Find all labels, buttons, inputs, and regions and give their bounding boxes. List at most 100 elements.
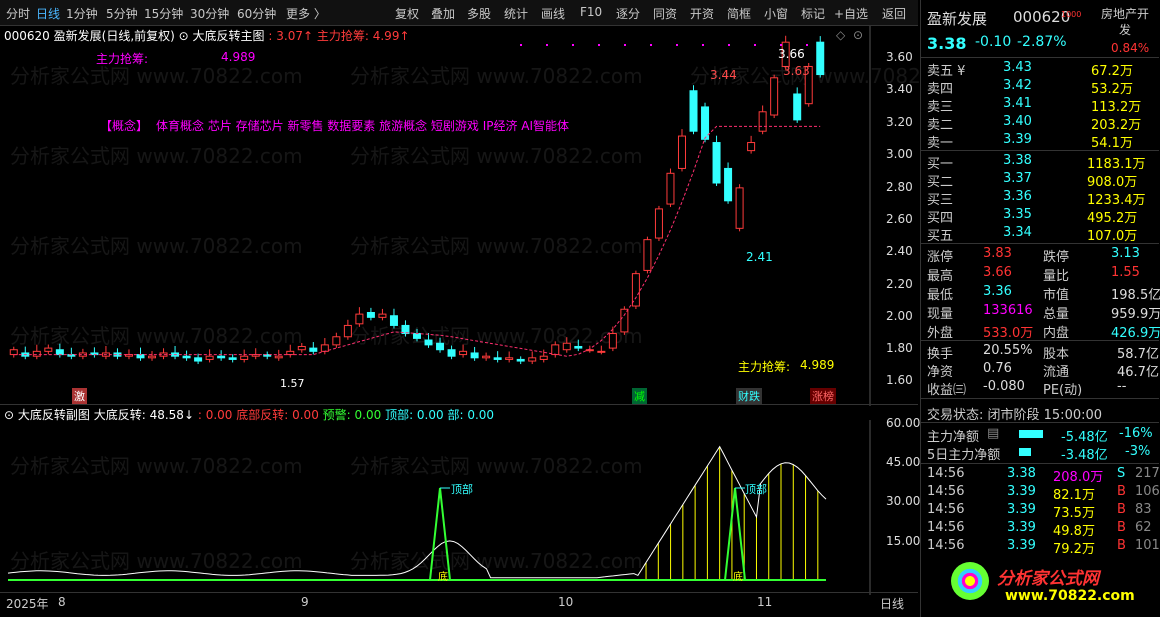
pink-dot (546, 44, 548, 46)
ask-level-label: 卖五 ¥ (927, 64, 966, 79)
ask-volume: 113.2万 (1091, 100, 1142, 115)
tick-count: 101 (1135, 538, 1160, 553)
stat2-value: -- (1117, 379, 1127, 394)
toolbar-btn-kaizi[interactable]: 开资 (690, 5, 714, 22)
rp-row: 净资 0.76 流通 46.7亿 (921, 361, 1159, 380)
sub-tick: 15.00 (886, 534, 921, 548)
toolbar-btn-biaoji[interactable]: 标记 (801, 5, 825, 22)
bid-volume: 908.0万 (1087, 175, 1138, 190)
candle (366, 311, 375, 318)
signal-tag: 激 (72, 388, 87, 404)
stat-value: 198.5亿 (1111, 288, 1160, 303)
toolbar-btn-duogu[interactable]: 多股 (467, 5, 491, 22)
toolbar-btn-tongzi[interactable]: 同资 (653, 5, 677, 22)
candle (228, 357, 237, 360)
rp-row: 14:56 3.39 82.1万 B 106 (921, 484, 1160, 503)
candle (516, 358, 525, 362)
ask-level-label: 卖一 (927, 136, 954, 151)
period-tab-daily[interactable]: 日线 (36, 5, 60, 22)
candle (309, 347, 318, 352)
toolbar-btn-add-watchlist[interactable]: +自选 (834, 5, 868, 22)
stat-value: 533.0万 (983, 326, 1034, 341)
candle (389, 315, 398, 326)
period-tab-15min[interactable]: 15分钟 (144, 5, 183, 22)
candle (724, 167, 733, 202)
low-mark-label: 1.57 (280, 377, 305, 390)
candle (528, 357, 537, 362)
toolbar-btn-tongji[interactable]: 统计 (504, 5, 528, 22)
toolbar-btn-xiaochuang[interactable]: 小窗 (764, 5, 788, 22)
stat2-label: 收益㈢ (927, 383, 967, 398)
stat-value: 959.9万 (1111, 307, 1160, 322)
price-tick: 2.60 (886, 212, 913, 226)
candle (286, 350, 295, 356)
candle (585, 349, 594, 352)
bid-level-label: 买二 (927, 175, 954, 190)
tick-count: 62 (1135, 520, 1152, 535)
toolbar-btn-f10[interactable]: F10 (580, 5, 602, 19)
rp-row: 买三 3.36 1233.4万 (921, 189, 1159, 208)
pink-dot (624, 44, 626, 46)
sub-top-spike-1 (429, 487, 451, 581)
toolbar-btn-fuquan[interactable]: 复权 (395, 5, 419, 22)
candle (712, 142, 721, 184)
ask-price: 3.41 (1003, 96, 1032, 111)
toolbar-btn-diejia[interactable]: 叠加 (431, 5, 455, 22)
peak2-price-label: 3.63 (783, 64, 810, 78)
candle (447, 349, 456, 357)
period-tab-30min[interactable]: 30分钟 (190, 5, 229, 22)
pink-dot (650, 44, 652, 46)
rp-row: 买四 3.35 495.2万 (921, 207, 1159, 226)
rp-trade-state: 交易状态: 闭市阶段 15:00:00 (927, 408, 1103, 423)
candle (32, 350, 41, 357)
rp-flow-pct: -16% (1119, 426, 1153, 441)
period-tab-5min[interactable]: 5分钟 (106, 5, 138, 22)
tick-count: 83 (1135, 502, 1152, 517)
sub-tick: 45.00 (886, 455, 921, 469)
rp-flow-menu-icon[interactable]: ▤ (987, 426, 999, 441)
rp-row: 买五 3.34 107.0万 (921, 225, 1159, 244)
sub-indicator-chart[interactable] (0, 420, 918, 595)
rp-row: 卖二 3.40 203.2万 (921, 114, 1159, 133)
stat-value: 3.83 (983, 246, 1012, 261)
period-tab-fenshi[interactable]: 分时 (6, 5, 30, 22)
candle (597, 350, 606, 353)
period-tab-1min[interactable]: 1分钟 (66, 5, 98, 22)
pink-dot (702, 44, 704, 46)
tick-time: 14:56 (927, 520, 965, 535)
sub-top-label: 顶部 (745, 483, 767, 496)
tick-price: 3.38 (1007, 466, 1036, 481)
rp-flow5-value: -3.48亿 (1061, 448, 1108, 463)
bid-volume: 1183.1万 (1087, 157, 1146, 172)
ask-volume: 53.2万 (1091, 82, 1133, 97)
candle (194, 357, 203, 362)
candlestick-chart[interactable] (0, 26, 918, 406)
pink-dot (572, 44, 574, 46)
rp-row: 14:56 3.39 73.5万 B 83 (921, 502, 1159, 521)
pink-dot (806, 44, 808, 46)
tick-side: B (1117, 538, 1126, 553)
stat-label: 最低 (927, 288, 954, 303)
sub-white-line (7, 445, 827, 579)
period-tab-more[interactable]: 更多 〉 (286, 5, 326, 22)
sub-tick: 30.00 (886, 494, 921, 508)
rp-change: -0.10 (975, 34, 1012, 50)
period-tab-60min[interactable]: 60分钟 (237, 5, 276, 22)
x-axis-month: 9 (301, 595, 309, 609)
candle (770, 77, 779, 116)
toolbar-btn-back[interactable]: 返回 (882, 5, 906, 22)
candle (539, 355, 548, 360)
tick-time: 14:56 (927, 466, 965, 481)
toolbar-btn-zhufen[interactable]: 逐分 (616, 5, 640, 22)
rp-pct: -2.87% (1017, 34, 1067, 50)
price-tick: 2.20 (886, 277, 913, 291)
candle (666, 172, 675, 205)
tick-count: 217 (1135, 466, 1160, 481)
toolbar-btn-huaxian[interactable]: 画线 (541, 5, 565, 22)
candle (55, 349, 64, 356)
ask-price: 3.43 (1003, 60, 1032, 75)
toolbar-btn-jiankuang[interactable]: 简框 (727, 5, 751, 22)
stat2-value: 58.7亿 (1117, 347, 1159, 362)
pink-dot (676, 44, 678, 46)
tick-price: 3.39 (1007, 538, 1036, 553)
